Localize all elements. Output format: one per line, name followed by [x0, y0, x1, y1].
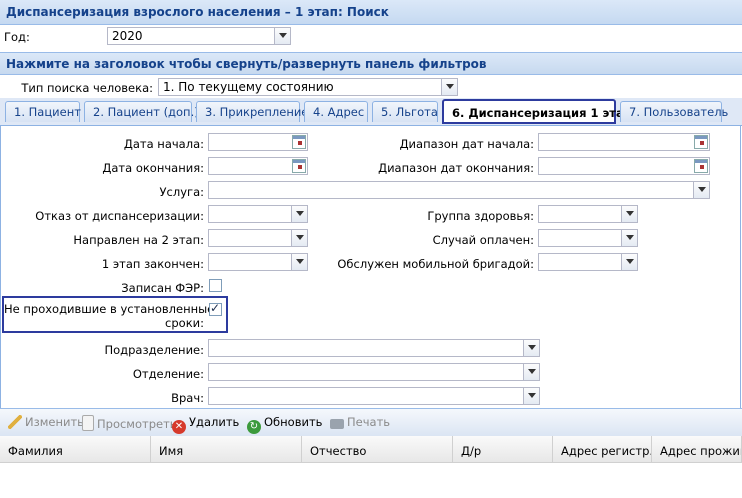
range-end-field[interactable]	[538, 157, 710, 175]
year-select[interactable]: 2020	[107, 27, 291, 45]
date-start-label: Дата начала:	[123, 137, 204, 151]
view-label: Просмотреть	[97, 417, 177, 431]
range-start-label: Диапазон дат начала:	[399, 137, 534, 151]
unit-select[interactable]	[208, 363, 540, 381]
chevron-down-icon[interactable]	[621, 230, 637, 246]
column-patronymic[interactable]: Отчество	[302, 436, 453, 462]
delete-label: Удалить	[189, 415, 240, 429]
health-group-label: Группа здоровья:	[427, 209, 534, 223]
not-passed-label-line1: Не проходившие в установленные	[4, 302, 215, 316]
unit-label: Отделение:	[132, 367, 204, 381]
chevron-down-icon[interactable]	[523, 364, 539, 380]
paid-select[interactable]	[538, 229, 638, 247]
calendar-icon[interactable]	[292, 159, 306, 173]
delete-icon: ✕	[172, 420, 186, 434]
chevron-down-icon[interactable]	[274, 28, 290, 44]
column-reg-address[interactable]: Адрес регистр...	[553, 436, 652, 462]
chevron-down-icon[interactable]	[523, 388, 539, 404]
print-button[interactable]: Печать	[330, 415, 390, 429]
tab-attachment[interactable]: 3. Прикрепление	[196, 101, 308, 122]
chevron-down-icon[interactable]	[441, 79, 457, 95]
department-label: Подразделение:	[104, 343, 205, 357]
fer-label: Записан ФЭР:	[121, 281, 204, 295]
stage1-done-select[interactable]	[208, 253, 308, 271]
chevron-down-icon[interactable]	[621, 254, 637, 270]
column-live-address[interactable]: Адрес прожив...	[652, 436, 742, 462]
print-label: Печать	[347, 415, 391, 429]
column-lastname[interactable]: Фамилия	[0, 436, 151, 462]
tab-patient-extra[interactable]: 2. Пациент (доп.)	[84, 101, 199, 122]
document-icon	[82, 415, 94, 431]
filter-panel-title: Нажмите на заголовок чтобы свернуть/разв…	[6, 57, 487, 71]
refresh-label: Обновить	[264, 415, 323, 429]
chevron-down-icon[interactable]	[693, 182, 709, 198]
toolbar: Изменить Просмотреть ✕ Удалить ↻ Обновить …	[0, 408, 742, 437]
range-start-field[interactable]	[538, 133, 710, 151]
paid-label: Случай оплачен:	[432, 233, 534, 247]
date-start-field[interactable]	[208, 133, 308, 151]
tab-patient[interactable]: 1. Пациент	[5, 101, 81, 122]
filter-panel-header[interactable]: Нажмите на заголовок чтобы свернуть/разв…	[0, 52, 742, 75]
chevron-down-icon[interactable]	[291, 230, 307, 246]
health-group-select[interactable]	[538, 205, 638, 223]
range-end-label: Диапазон дат окончания:	[378, 161, 534, 175]
tab-user[interactable]: 7. Пользователь	[620, 101, 728, 122]
mobile-brigade-label: Обслужен мобильной бригадой:	[337, 257, 534, 271]
window-titlebar: Диспансеризация взрослого населения – 1 …	[0, 0, 742, 25]
window-title: Диспансеризация взрослого населения – 1 …	[6, 5, 389, 19]
tab-dispanserization-stage1[interactable]: 6. Диспансеризация 1 этап	[442, 99, 632, 124]
stage2-select[interactable]	[208, 229, 308, 247]
column-firstname[interactable]: Имя	[151, 436, 302, 462]
refresh-button[interactable]: ↻ Обновить	[247, 415, 322, 434]
refresh-icon: ↻	[247, 420, 261, 434]
chevron-down-icon[interactable]	[523, 340, 539, 356]
year-value: 2020	[112, 29, 143, 43]
search-type-select[interactable]: 1. По текущему состоянию	[158, 78, 458, 96]
chevron-down-icon[interactable]	[621, 206, 637, 222]
refusal-select[interactable]	[208, 205, 308, 223]
printer-icon	[330, 419, 344, 429]
stage1-done-label: 1 этап закончен:	[101, 257, 204, 271]
search-type-label: Тип поиска человека:	[21, 81, 153, 95]
doctor-select[interactable]	[208, 387, 540, 405]
mobile-brigade-select[interactable]	[538, 253, 638, 271]
not-passed-checkbox[interactable]	[209, 301, 222, 316]
stage2-label: Направлен на 2 этап:	[73, 233, 204, 247]
refusal-label: Отказ от диспансеризации:	[35, 209, 204, 223]
search-type-value: 1. По текущему состоянию	[163, 80, 334, 94]
doctor-label: Врач:	[171, 391, 204, 405]
date-end-field[interactable]	[208, 157, 308, 175]
service-label: Услуга:	[159, 185, 204, 199]
view-button[interactable]: Просмотреть	[82, 415, 177, 431]
fer-checkbox[interactable]	[209, 279, 222, 292]
chevron-down-icon[interactable]	[291, 206, 307, 222]
calendar-icon[interactable]	[292, 135, 306, 149]
calendar-icon[interactable]	[694, 135, 708, 149]
year-label: Год:	[4, 30, 30, 44]
pencil-icon	[8, 415, 22, 429]
calendar-icon[interactable]	[694, 159, 708, 173]
grid-header: Фамилия Имя Отчество Д/р Адрес регистр..…	[0, 436, 742, 463]
date-end-label: Дата окончания:	[102, 161, 204, 175]
tab-strip: 1. Пациент 2. Пациент (доп.) 3. Прикрепл…	[0, 98, 742, 126]
department-select[interactable]	[208, 339, 540, 357]
column-birthdate[interactable]: Д/р	[453, 436, 553, 462]
tab-address[interactable]: 4. Адрес	[304, 101, 368, 122]
tab-benefit[interactable]: 5. Льгота	[372, 101, 438, 122]
edit-button[interactable]: Изменить	[8, 415, 84, 429]
edit-label: Изменить	[25, 415, 84, 429]
delete-button[interactable]: ✕ Удалить	[172, 415, 239, 434]
service-select[interactable]	[208, 181, 710, 199]
not-passed-label-line2: сроки:	[165, 316, 204, 330]
